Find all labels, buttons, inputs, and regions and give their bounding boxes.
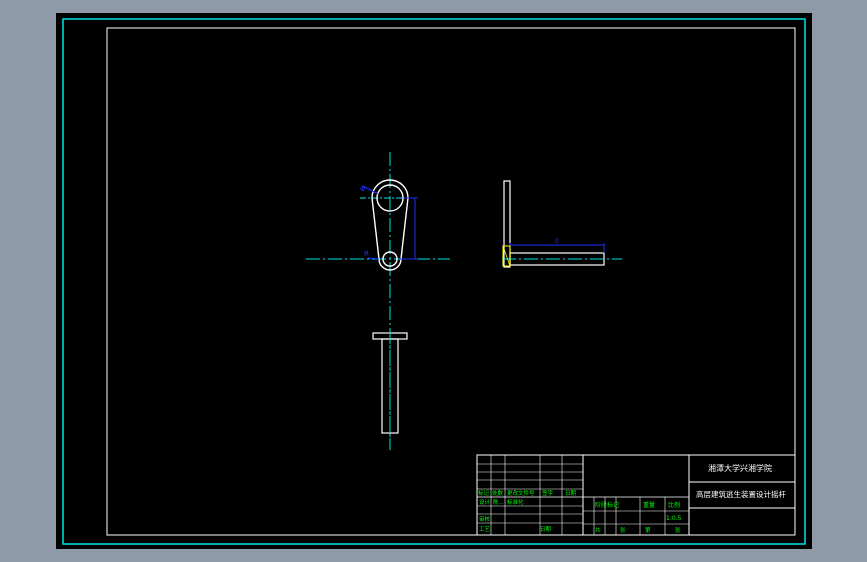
tb-r3-c1: 设计 bbox=[479, 498, 491, 506]
tb-r2-c2: 处数 bbox=[492, 489, 504, 497]
scale-label: 比例 bbox=[668, 501, 680, 509]
sheet-unit-1: 张 bbox=[620, 526, 626, 534]
sheet-unit-2: 张 bbox=[675, 526, 681, 534]
scale-value: 1:0.5 bbox=[666, 515, 682, 522]
dim-text-horizontal: 0 bbox=[555, 238, 559, 245]
tb-r5-c1: 工艺 bbox=[479, 526, 491, 533]
dim-text-bottom: R bbox=[364, 250, 369, 258]
sheet-total-label: 共 bbox=[595, 526, 601, 534]
inner-border bbox=[106, 27, 796, 536]
dim-leader-bottom bbox=[367, 257, 380, 260]
tb-r3-c3: 标准化 bbox=[507, 498, 524, 506]
tb-r2-c5: 日期 bbox=[565, 490, 577, 497]
tb-r2-c4: 签字 bbox=[542, 489, 554, 497]
tb-r2-c3: 更改文件号 bbox=[507, 489, 535, 497]
dim-text-top: Φ bbox=[360, 185, 366, 193]
weight-label: 重量 bbox=[643, 501, 655, 509]
outer-frame bbox=[62, 18, 806, 545]
tb-r4-c1: 审核 bbox=[479, 515, 491, 523]
tb-r3-c2: 陈... bbox=[493, 498, 504, 506]
school-name: 湘潭大学兴湘学院 bbox=[708, 463, 772, 473]
tb-r2-c1: 标记 bbox=[478, 489, 490, 497]
crank-side-view: 0 bbox=[502, 180, 622, 268]
cad-drawing: Φ R 0 湘潭大学兴湘学院 高层建筑逃生装置设计摇杆 标记 处数 更改文件号 … bbox=[62, 18, 806, 545]
title-block-text: 湘潭大学兴湘学院 高层建筑逃生装置设计摇杆 标记 处数 更改文件号 签字 日期 … bbox=[478, 463, 786, 534]
sheet-index-label: 第 bbox=[645, 526, 651, 534]
tb-r5-c3: 日期 bbox=[540, 526, 552, 533]
crank-front-view: Φ R bbox=[306, 152, 450, 450]
side-plate bbox=[503, 180, 511, 268]
drawing-title: 高层建筑逃生装置设计摇杆 bbox=[696, 489, 786, 499]
stage-mark-label: 阶段标记 bbox=[595, 501, 619, 509]
